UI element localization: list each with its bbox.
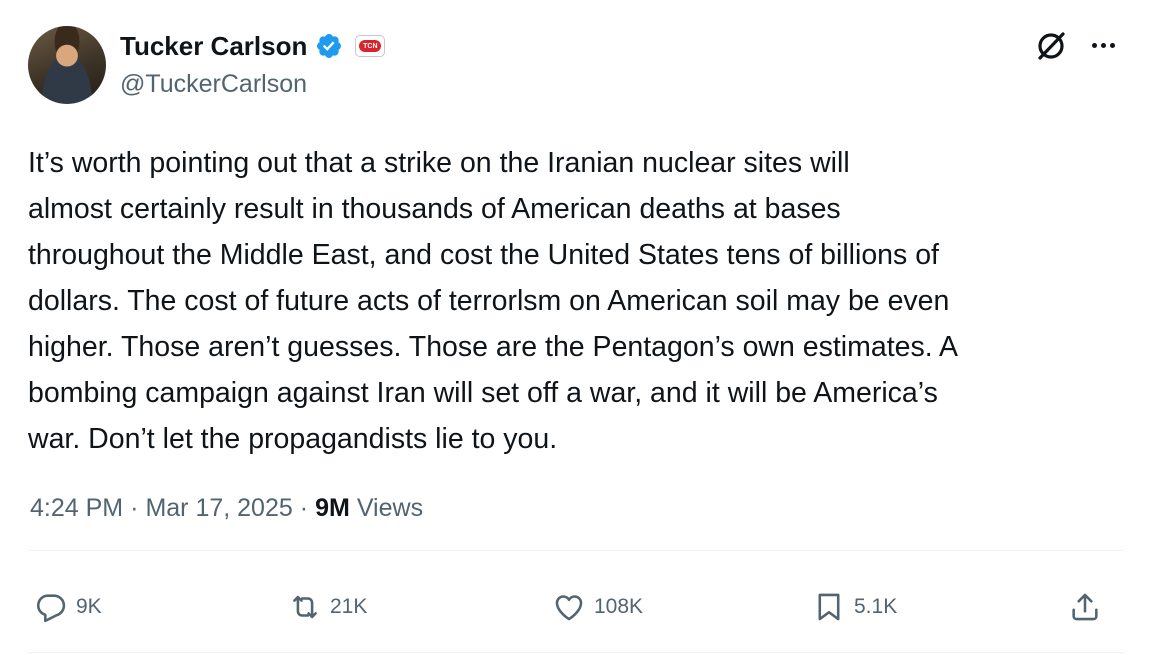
meta-separator: ·	[130, 494, 139, 522]
more-icon[interactable]	[1085, 30, 1121, 60]
verified-badge-icon	[317, 34, 342, 58]
divider	[28, 550, 1124, 551]
grok-icon[interactable]	[1033, 28, 1069, 64]
repost-icon	[293, 595, 317, 619]
share-button[interactable]	[1068, 585, 1102, 629]
bookmark-count: 5.1K	[854, 595, 898, 618]
more-dot	[1091, 42, 1097, 48]
more-dot	[1109, 42, 1115, 48]
bookmark-button[interactable]: 5.1K	[812, 585, 897, 629]
share-icon	[1072, 593, 1098, 621]
author-name[interactable]: Tucker Carlson	[120, 31, 307, 62]
action-bar: 9K 21K 108K 5.1K	[0, 585, 1152, 629]
affiliation-badge-label: TCN	[359, 40, 382, 52]
views-count: 9M	[315, 494, 350, 522]
like-button[interactable]: 108K	[552, 585, 643, 629]
like-icon	[555, 595, 583, 621]
avatar[interactable]	[28, 26, 106, 104]
tweet-time[interactable]: 4:24 PM	[30, 494, 123, 523]
views-label: Views	[356, 494, 424, 522]
bottom-divider	[28, 652, 1124, 653]
reply-count: 9K	[76, 595, 102, 618]
tweet-card: Tucker Carlson TCN @TuckerCarlson It’s w…	[0, 0, 1152, 667]
author-handle[interactable]: @TuckerCarlson	[120, 70, 307, 99]
affiliation-badge[interactable]: TCN	[355, 35, 386, 57]
tweet-text: It’s worth pointing out that a strike on…	[28, 147, 959, 455]
tweet-meta: 4:24 PM · Mar 17, 2025 · 9M Views	[30, 494, 423, 523]
tweet-date[interactable]: Mar 17, 2025	[145, 494, 292, 523]
repost-button[interactable]: 21K	[288, 585, 367, 629]
meta-separator: ·	[299, 494, 309, 522]
author-row: Tucker Carlson TCN	[120, 30, 386, 62]
more-dot	[1100, 42, 1106, 48]
repost-count: 21K	[330, 595, 368, 618]
reply-icon	[36, 594, 66, 623]
bookmark-icon	[818, 593, 840, 621]
like-count: 108K	[594, 595, 644, 618]
reply-button[interactable]: 9K	[34, 585, 102, 629]
